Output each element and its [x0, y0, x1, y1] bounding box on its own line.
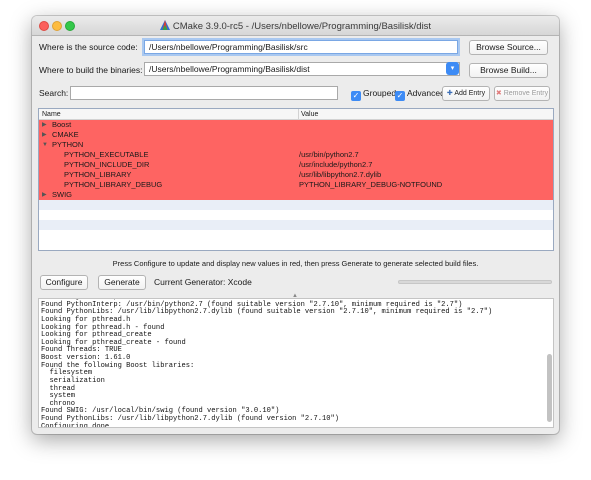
name-column-header[interactable]: Name [42, 109, 61, 120]
grouped-label: Grouped [363, 88, 397, 98]
cache-entry-name: Boost [52, 120, 72, 129]
advanced-check-icon: ✓ [395, 91, 405, 101]
remove-entry-label: Remove Entry [503, 90, 549, 97]
browse-build-button[interactable]: Browse Build... [469, 63, 548, 78]
empty-table-row [39, 230, 553, 240]
remove-entry-icon: ✖ [495, 90, 502, 97]
source-path-input[interactable]: /Users/nbellowe/Programming/Basilisk/src [144, 40, 458, 54]
generate-button[interactable]: Generate [98, 275, 146, 290]
table-row[interactable]: PYTHON_INCLUDE_DIR/usr/include/python2.7 [39, 160, 553, 170]
log-line: Found the following Boost libraries: [41, 361, 195, 370]
cache-entry-name: CMAKE [52, 130, 79, 139]
empty-table-row [39, 220, 553, 230]
add-entry-button[interactable]: ✚ Add Entry [442, 86, 490, 101]
log-scrollbar-thumb[interactable] [547, 354, 552, 422]
build-path-combo[interactable]: /Users/nbellowe/Programming/Basilisk/dis… [144, 62, 460, 76]
cache-entry-name: PYTHON_EXECUTABLE [64, 150, 149, 159]
progress-bar [398, 280, 552, 284]
log-line: serialization [41, 376, 105, 385]
table-rows: ▶ Boost ▶ CMAKE ▼ PYTHON PYTHON_EXECUTABLE/usr… [39, 120, 553, 240]
configure-button[interactable]: Configure [40, 275, 88, 290]
build-label: Where to build the binaries: [39, 65, 143, 75]
table-row[interactable]: ▶ CMAKE [39, 130, 553, 140]
cache-entry-name: PYTHON_INCLUDE_DIR [64, 160, 150, 169]
title-bar: CMake 3.9.0-rc5 - /Users/nbellowe/Progra… [32, 16, 559, 36]
build-path-dropdown-icon[interactable]: ▾ [446, 62, 459, 75]
cache-entry-value[interactable]: /usr/lib/libpython2.7.dylib [299, 170, 381, 180]
cache-entry-name: SWIG [52, 190, 72, 199]
cache-entry-name: PYTHON [52, 140, 84, 149]
value-column-header[interactable]: Value [298, 109, 318, 120]
log-line: system [41, 392, 76, 401]
source-label: Where is the source code: [39, 42, 138, 52]
collapsed-arrow-icon[interactable]: ▶ [42, 130, 47, 140]
cache-entry-name: PYTHON_LIBRARY [64, 170, 132, 179]
output-log[interactable]: Detecting CXX compile features - doneFou… [38, 298, 554, 428]
search-label: Search: [39, 88, 69, 98]
table-row[interactable]: PYTHON_LIBRARY_DEBUG PYTHON_LIBRARY_DEBUG… [39, 180, 553, 190]
log-line: thread [41, 384, 76, 393]
cache-entry-value[interactable]: PYTHON_LIBRARY_DEBUG-NOTFOUND [299, 180, 442, 190]
cmake-window: CMake 3.9.0-rc5 - /Users/nbellowe/Progra… [32, 16, 559, 434]
cache-entry-value[interactable]: /usr/bin/python2.7 [299, 150, 359, 160]
browse-source-button[interactable]: Browse Source... [469, 40, 548, 55]
log-line: Found PythonLibs: /usr/lib/libpython2.7.… [41, 415, 339, 423]
cache-table: Name Value ▶ Boost ▶ CMAKE ▼ PYTHON PYTHON_EXE… [38, 108, 554, 251]
log-line: Configuring done [41, 422, 110, 428]
table-row[interactable]: ▶ Boost [39, 120, 553, 130]
cache-entry-value[interactable]: /usr/include/python2.7 [299, 160, 372, 170]
grouped-check-icon: ✓ [351, 91, 361, 101]
cache-entry-name: PYTHON_LIBRARY_DEBUG [64, 180, 163, 189]
current-generator: Current Generator: Xcode [154, 277, 252, 287]
cmake-logo-icon [159, 20, 170, 33]
add-entry-label: Add Entry [454, 90, 486, 97]
table-row[interactable]: ▶ SWIG [39, 190, 553, 200]
table-row[interactable]: PYTHON_LIBRARY/usr/lib/libpython2.7.dyli… [39, 170, 553, 180]
collapsed-arrow-icon[interactable]: ▶ [42, 190, 47, 200]
advanced-label: Advanced [407, 88, 445, 98]
window-title: CMake 3.9.0-rc5 - /Users/nbellowe/Progra… [172, 21, 432, 32]
output-log-text: Detecting CXX compile features - doneFou… [41, 299, 541, 428]
table-row[interactable]: ▼ PYTHON [39, 140, 553, 150]
expanded-arrow-icon[interactable]: ▼ [42, 140, 48, 150]
empty-table-row [39, 210, 553, 220]
collapsed-arrow-icon[interactable]: ▶ [42, 120, 47, 130]
table-header: Name Value [39, 109, 553, 120]
add-entry-icon: ✚ [446, 90, 453, 97]
empty-table-row [39, 200, 553, 210]
configure-hint: Press Configure to update and display ne… [112, 259, 479, 268]
table-row[interactable]: PYTHON_EXECUTABLE/usr/bin/python2.7 [39, 150, 553, 160]
window-title-area: CMake 3.9.0-rc5 - /Users/nbellowe/Progra… [32, 20, 559, 33]
advanced-checkbox[interactable]: ✓ Advanced [395, 88, 445, 101]
remove-entry-button[interactable]: ✖ Remove Entry [494, 86, 550, 101]
grouped-checkbox[interactable]: ✓ Grouped [351, 88, 396, 101]
log-line: filesystem [41, 369, 93, 378]
search-input[interactable] [70, 86, 338, 100]
